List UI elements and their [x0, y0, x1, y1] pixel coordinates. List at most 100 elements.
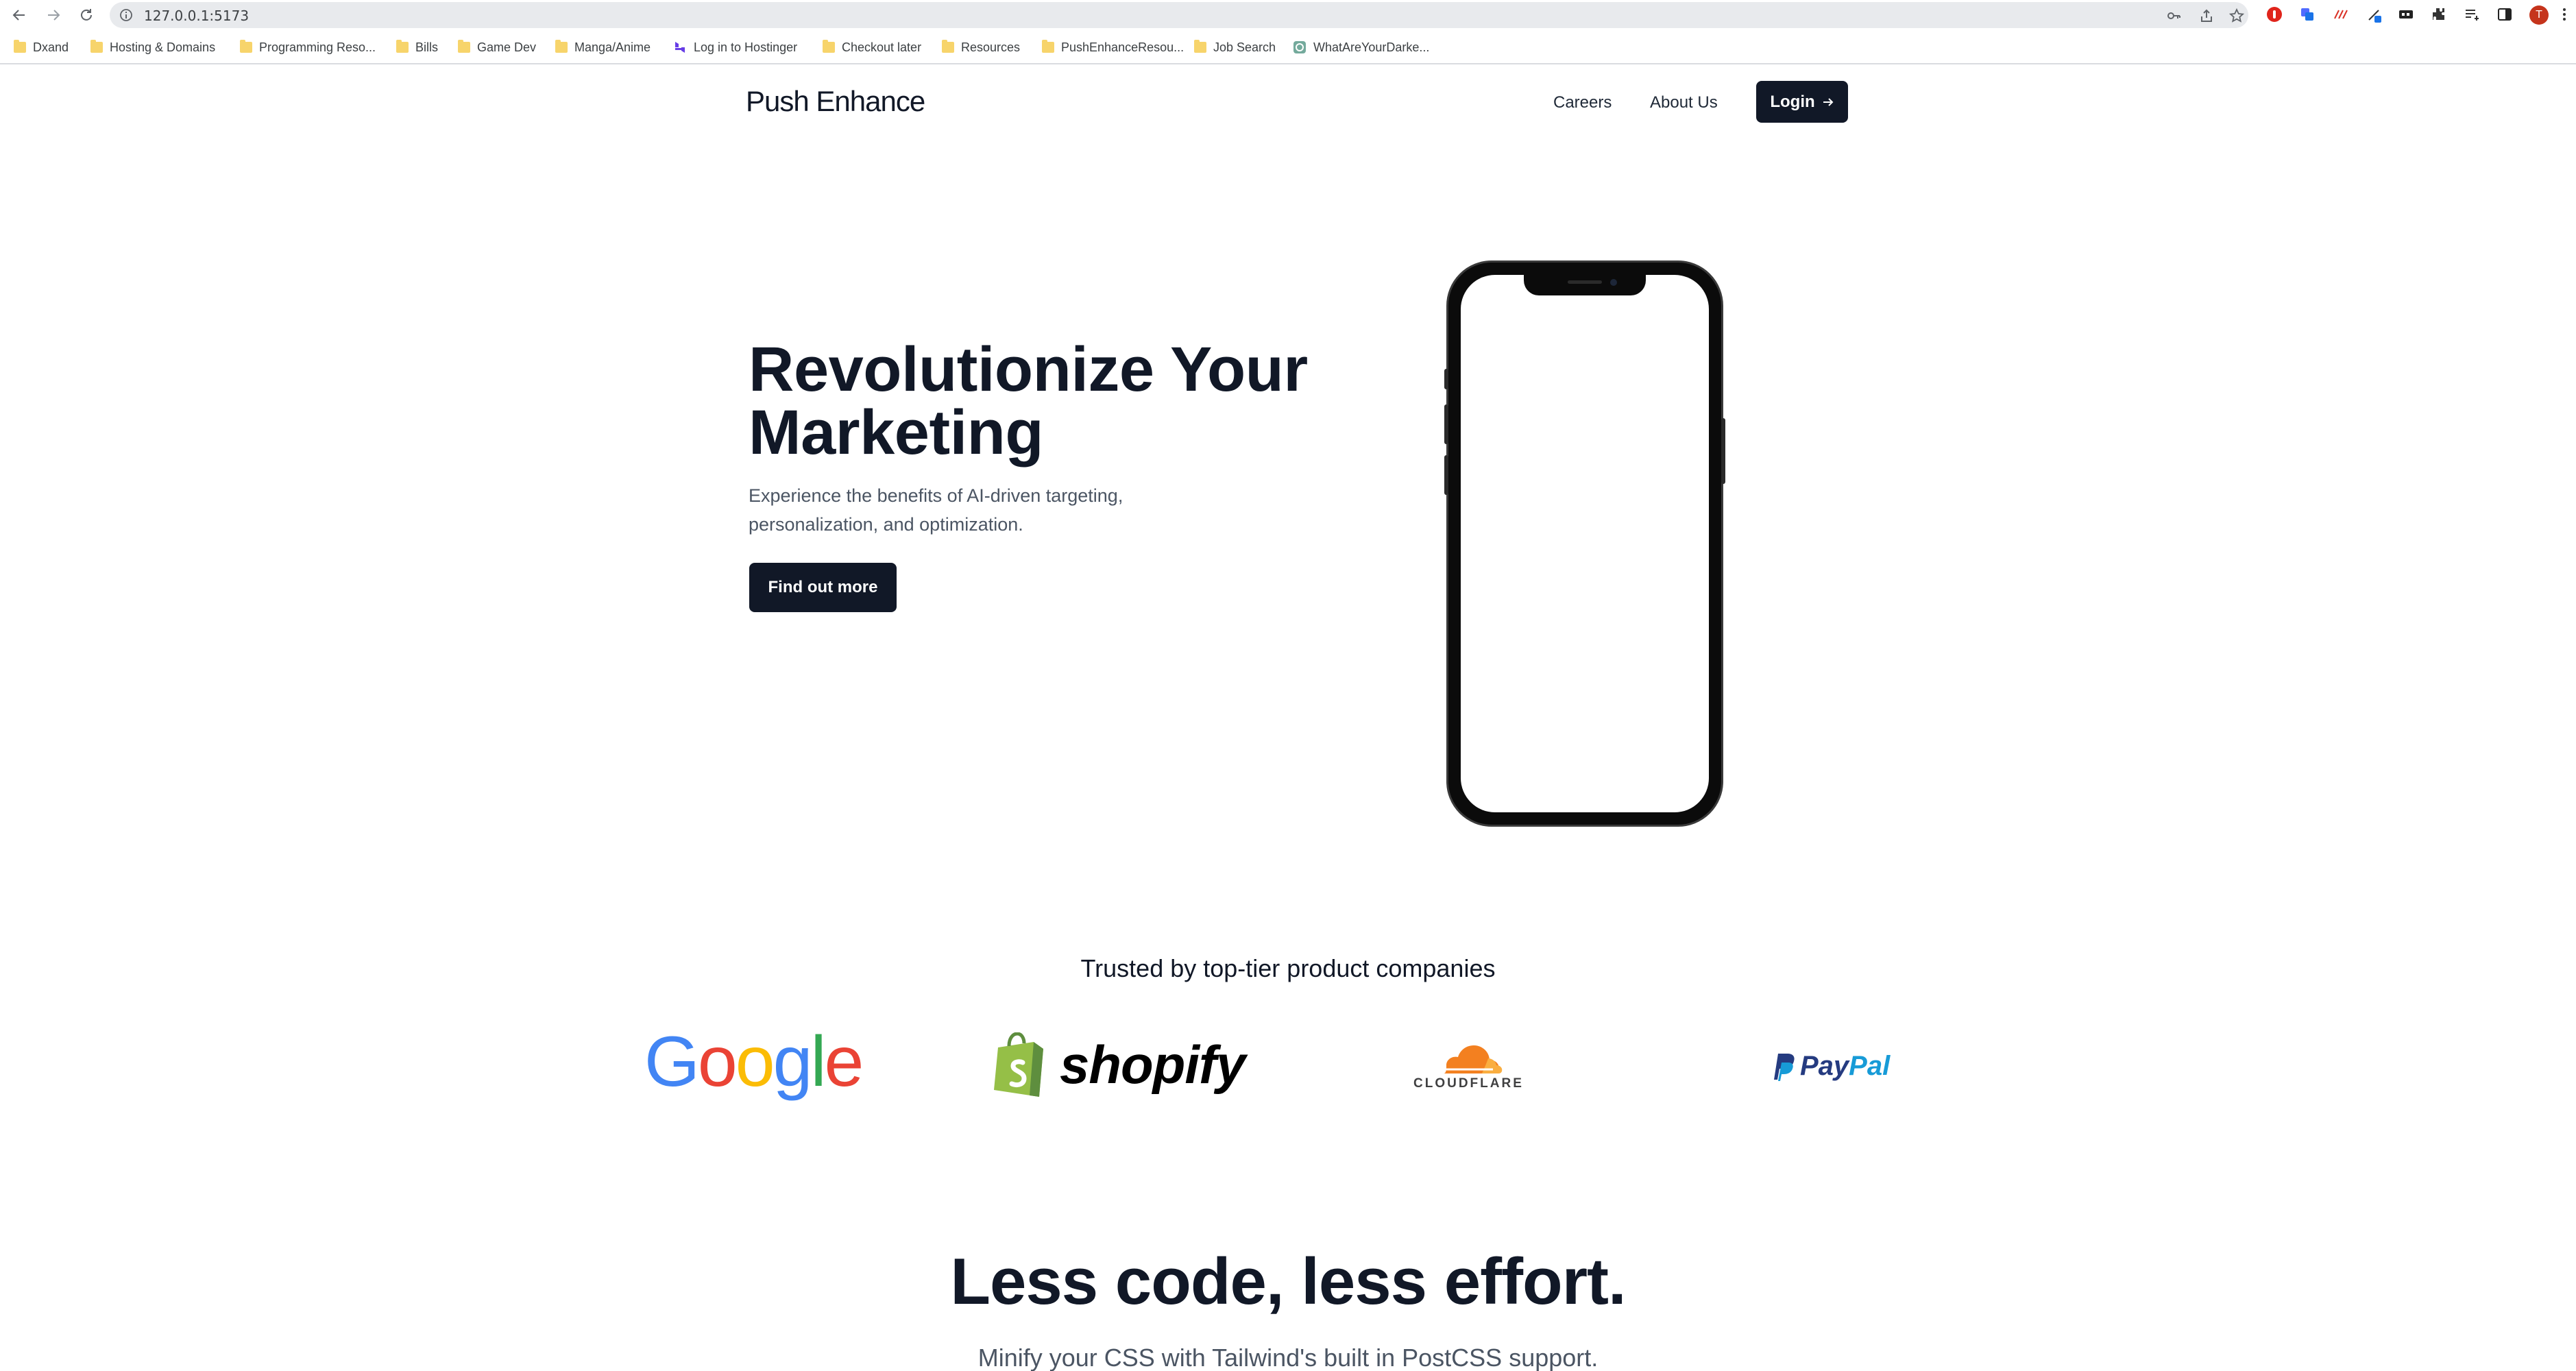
bookmark-folder[interactable]: Resources — [942, 38, 1020, 56]
key-icon[interactable] — [2166, 8, 2181, 23]
bookmark-label: Hosting & Domains — [110, 40, 216, 54]
logo-letter: o — [735, 1022, 775, 1102]
cast-extension-icon[interactable] — [2398, 6, 2414, 23]
phone-side-button — [1721, 418, 1725, 484]
logo-letter: G — [644, 1022, 700, 1102]
brand-logo[interactable]: Push Enhance — [746, 85, 925, 118]
bookmark-folder[interactable]: Checkout later — [823, 38, 921, 56]
nav-link-careers[interactable]: Careers — [1553, 93, 1612, 112]
cloudflare-logo: CLOUDFLARE — [1398, 1032, 1535, 1101]
address-bar[interactable]: 127.0.0.1:5173 — [110, 2, 2248, 28]
phone-side-button — [1444, 369, 1448, 389]
hostinger-logo-icon — [675, 42, 685, 53]
reading-list-icon[interactable] — [2464, 6, 2480, 23]
menu-kebab-icon[interactable] — [2560, 6, 2569, 23]
login-button[interactable]: Login — [1756, 81, 1848, 123]
back-arrow-icon — [12, 10, 25, 21]
trusted-heading: Trusted by top-tier product companies — [1080, 954, 1496, 982]
nav-link-about-us[interactable]: About Us — [1650, 93, 1718, 112]
bookmark-folder[interactable]: Hosting & Domains — [90, 38, 215, 56]
bookmark-folder[interactable]: Bills — [396, 38, 438, 56]
translate-extension-icon[interactable] — [2299, 6, 2316, 23]
folder-icon — [823, 40, 835, 53]
profile-avatar[interactable]: T — [2529, 5, 2549, 25]
folder-icon — [90, 40, 103, 53]
bookmark-link[interactable]: Log in to Hostinger — [673, 38, 797, 56]
phone-notch — [1524, 272, 1646, 295]
bookmark-label: Checkout later — [842, 40, 922, 54]
folder-icon — [396, 40, 409, 53]
shopify-logo: shopify — [991, 1032, 1246, 1097]
bookmark-label: Programming Reso... — [259, 40, 376, 54]
hero-subtitle: Experience the benefits of AI-driven tar… — [749, 481, 1228, 539]
reload-button[interactable] — [75, 4, 97, 26]
chatgpt-logo-icon — [1293, 41, 1306, 53]
logo-letter: l — [810, 1022, 826, 1102]
hero-subtitle-line: personalization, and optimization. — [749, 514, 1023, 535]
pen-extension-icon[interactable] — [2366, 6, 2383, 23]
bookmark-folder[interactable]: Dxand — [14, 38, 69, 56]
bookmark-label: Job Search — [1213, 40, 1276, 54]
bookmark-folder[interactable]: Programming Reso... — [240, 38, 376, 56]
find-out-more-button[interactable]: Find out more — [749, 563, 897, 612]
hero-title-line: Revolutionize Your — [749, 335, 1308, 404]
phone-mockup — [1446, 260, 1723, 827]
paypal-logo: PayPal — [1770, 1051, 1890, 1082]
section-title: Less code, less effort. — [950, 1245, 1626, 1318]
folder-icon — [555, 40, 568, 53]
lastpass-extension-icon[interactable] — [2332, 6, 2348, 23]
bookmarks-bar: Dxand Hosting & Domains Programming Reso… — [0, 30, 2576, 64]
bookmark-label: Game Dev — [477, 40, 537, 54]
hero-title-line: Marketing — [749, 398, 1044, 468]
bookmark-label: Manga/Anime — [574, 40, 651, 54]
paypal-p-icon — [1774, 1053, 1795, 1081]
bookmark-label: Resources — [961, 40, 1021, 54]
folder-icon — [14, 40, 26, 53]
bookmark-label: Dxand — [33, 40, 69, 54]
bookmark-label: PushEnhanceResou... — [1061, 40, 1184, 54]
site-info-icon[interactable] — [119, 8, 133, 22]
bookmark-folder[interactable]: Game Dev — [458, 38, 536, 56]
phone-side-button — [1444, 455, 1448, 495]
hero-title: Revolutionize Your Marketing — [749, 338, 1365, 464]
cloudflare-cloud-icon — [1442, 1045, 1503, 1073]
phone-speaker — [1568, 280, 1602, 284]
cloudflare-wordmark: CLOUDFLARE — [1413, 1076, 1524, 1091]
logo-letter: o — [697, 1022, 738, 1102]
bookmark-folder[interactable]: Manga/Anime — [555, 38, 651, 56]
shopify-bag-icon — [994, 1032, 1043, 1097]
folder-icon — [1194, 40, 1206, 53]
back-button[interactable] — [8, 4, 30, 26]
folder-icon — [240, 40, 252, 53]
adblock-extension-icon[interactable] — [2266, 6, 2283, 23]
section-subtitle: Minify your CSS with Tailwind's built in… — [977, 1344, 1599, 1371]
folder-icon — [942, 40, 954, 53]
reload-icon — [81, 9, 92, 21]
bookmark-label: WhatAreYourDarke... — [1313, 40, 1430, 54]
phone-side-button — [1444, 404, 1448, 444]
bookmark-link[interactable]: WhatAreYourDarke... — [1293, 38, 1429, 56]
phone-camera — [1610, 279, 1617, 286]
bookmark-star-icon[interactable] — [2229, 8, 2244, 23]
side-panel-icon[interactable] — [2496, 6, 2513, 23]
bookmark-folder[interactable]: PushEnhanceResou... — [1042, 38, 1184, 56]
bookmark-folder[interactable]: Job Search — [1194, 38, 1276, 56]
share-icon[interactable] — [2199, 8, 2214, 23]
shopify-wordmark: shopify — [1060, 1034, 1246, 1095]
logo-letter: e — [824, 1022, 864, 1102]
bookmark-label: Bills — [415, 40, 439, 54]
forward-button[interactable] — [42, 4, 64, 26]
hero-subtitle-line: Experience the benefits of AI-driven tar… — [749, 485, 1123, 506]
extensions-puzzle-icon[interactable] — [2431, 6, 2447, 23]
forward-arrow-icon — [48, 10, 60, 21]
browser-toolbar: 127.0.0.1:5173 T — [0, 0, 2576, 30]
bookmark-label: Log in to Hostinger — [694, 40, 798, 54]
arrow-right-icon — [1823, 97, 1834, 106]
phone-screen — [1461, 275, 1709, 812]
logo-letter: g — [773, 1022, 813, 1102]
folder-icon — [458, 40, 470, 53]
paypal-wordmark-part: Pay — [1800, 1051, 1849, 1081]
login-label: Login — [1770, 92, 1815, 111]
google-logo: Google — [644, 1021, 864, 1103]
folder-icon — [1042, 40, 1054, 53]
